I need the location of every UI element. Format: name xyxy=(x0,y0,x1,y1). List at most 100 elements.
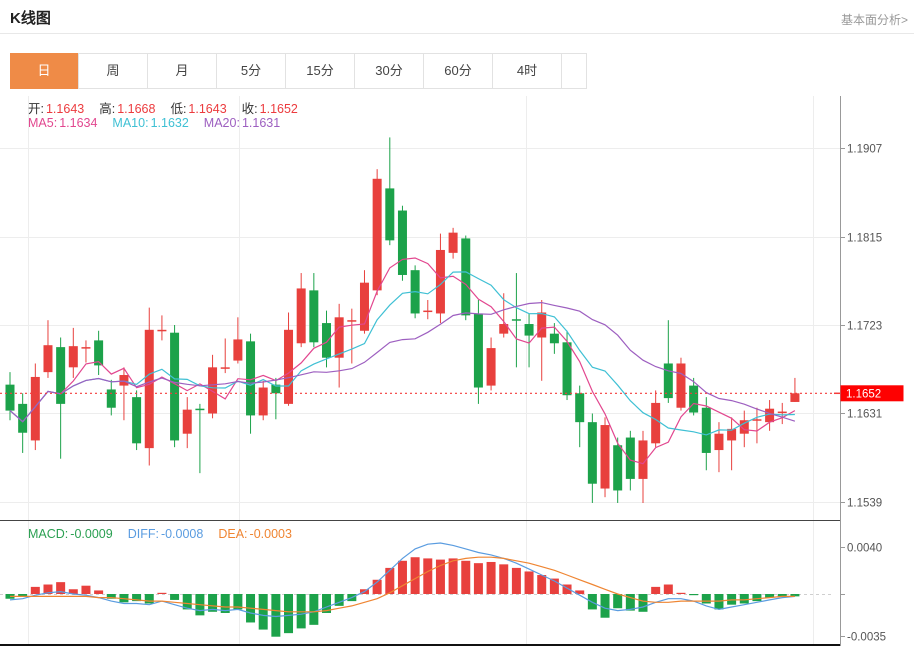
candle-body xyxy=(613,445,622,490)
main-y-axis-label: 1.1907 xyxy=(847,144,882,156)
candle-body xyxy=(487,348,496,386)
candle-body xyxy=(714,434,723,450)
ohlc-legend-item: 高:1.1668 xyxy=(99,98,155,117)
candle-body xyxy=(537,312,546,337)
candle-body xyxy=(373,179,382,291)
ma5-line xyxy=(10,258,795,464)
candle-body xyxy=(309,290,318,342)
candle-body xyxy=(651,403,660,443)
current-price-badge-label: 1.1652 xyxy=(846,388,881,400)
macd-legend-item: DIFF:-0.0008 xyxy=(128,527,204,541)
ma-legend-item: MA5:1.1634 xyxy=(28,116,97,130)
ma-legend: MA5:1.1634 MA10:1.1632 MA20:1.1631 xyxy=(28,116,295,130)
macd-bar xyxy=(512,568,521,594)
ohlc-legend-item: 开:1.1643 xyxy=(28,98,84,117)
macd-y-axis-label: 0.0040 xyxy=(847,543,882,555)
macd-bar xyxy=(525,571,534,594)
ma-legend-item: MA10:1.1632 xyxy=(112,116,188,130)
candle-body xyxy=(56,347,65,404)
macd-bar xyxy=(613,594,622,608)
candle-body xyxy=(347,320,356,322)
macd-bar xyxy=(411,557,420,594)
macd-legend-item: MACD:-0.0009 xyxy=(28,527,113,541)
candle-body xyxy=(6,385,15,411)
macd-bar xyxy=(537,575,546,594)
candle-body xyxy=(31,377,40,440)
macd-bar xyxy=(271,594,280,637)
macd-bar xyxy=(461,561,470,594)
candle-body xyxy=(449,233,458,253)
macd-bar xyxy=(702,594,711,603)
candle-body xyxy=(702,408,711,453)
candle-body xyxy=(195,409,204,411)
main-y-axis-label: 1.1815 xyxy=(847,233,882,245)
ohlc-legend-item: 低:1.1643 xyxy=(170,98,226,117)
macd-bar xyxy=(284,594,293,633)
macd-bar xyxy=(81,586,90,594)
macd-bar xyxy=(499,564,508,594)
candle-body xyxy=(563,342,572,395)
macd-bar xyxy=(423,558,432,594)
ohlc-legend: 开:1.1643 高:1.1668 低:1.1643 收:1.1652 xyxy=(28,98,313,117)
candle-body xyxy=(107,389,116,407)
macd-bar xyxy=(94,590,103,594)
macd-bar xyxy=(259,594,268,630)
macd-y-axis-label: -0.0035 xyxy=(847,632,886,644)
candle-body xyxy=(81,347,90,349)
candle-body xyxy=(157,330,166,332)
candle-body xyxy=(474,313,483,387)
candle-body xyxy=(385,188,394,240)
macd-bar xyxy=(740,594,749,603)
macd-legend: MACD:-0.0009 DIFF:-0.0008 DEA:-0.0003 xyxy=(28,527,307,541)
candle-body xyxy=(790,393,799,402)
candle-body xyxy=(423,311,432,313)
candle-body xyxy=(626,438,635,479)
candle-body xyxy=(145,330,154,448)
macd-bar xyxy=(639,594,648,612)
candle-body xyxy=(297,288,306,343)
macd-bar xyxy=(714,594,723,609)
macd-bar xyxy=(170,594,179,600)
candle-body xyxy=(259,388,268,416)
macd-bar xyxy=(487,562,496,594)
macd-bar xyxy=(752,594,761,601)
macd-bar xyxy=(31,587,40,594)
candle-body xyxy=(752,419,761,421)
candle-body xyxy=(676,363,685,407)
candle-body xyxy=(398,211,407,275)
candle-body xyxy=(43,345,52,372)
candle-body xyxy=(322,323,331,358)
candle-body xyxy=(461,238,470,315)
macd-bar xyxy=(398,561,407,594)
macd-bar xyxy=(309,594,318,625)
candle-body xyxy=(335,317,344,357)
candle-body xyxy=(778,412,787,414)
macd-bar xyxy=(385,568,394,594)
candle-body xyxy=(575,393,584,422)
macd-bar xyxy=(651,587,660,594)
candle-body xyxy=(119,375,128,386)
ohlc-legend-item: 收:1.1652 xyxy=(242,98,298,117)
candle-body xyxy=(208,367,217,413)
macd-bar xyxy=(157,593,166,594)
ma10-line xyxy=(10,272,795,435)
main-y-axis-label: 1.1723 xyxy=(847,321,882,333)
macd-bar xyxy=(297,594,306,628)
macd-bar xyxy=(664,585,673,594)
macd-bar xyxy=(145,594,154,603)
candle-body xyxy=(550,334,559,344)
macd-bar xyxy=(676,593,685,594)
candle-body xyxy=(601,425,610,488)
candle-body xyxy=(183,410,192,434)
kline-page: K线图 基本面分析> 日周月5分15分30分60分4时 开:1.1643高:1.… xyxy=(0,0,914,649)
candle-body xyxy=(512,319,521,321)
ma-legend-item: MA20:1.1631 xyxy=(204,116,280,130)
main-y-axis-label: 1.1539 xyxy=(847,498,882,510)
macd-legend-item: DEA:-0.0003 xyxy=(218,527,292,541)
candle-body xyxy=(132,397,141,443)
macd-bar xyxy=(474,563,483,594)
candle-body xyxy=(525,324,534,336)
candle-body xyxy=(588,422,597,484)
macd-bar xyxy=(689,594,698,595)
candle-body xyxy=(233,339,242,360)
